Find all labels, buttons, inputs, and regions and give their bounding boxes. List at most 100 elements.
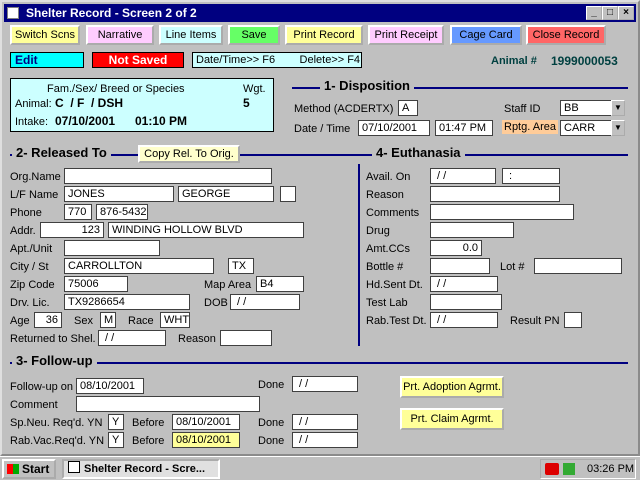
done-field-1[interactable]: / / xyxy=(292,376,358,392)
bottle-field[interactable] xyxy=(430,258,490,274)
print-receipt-button[interactable]: Print Receipt xyxy=(368,25,444,45)
line-items-button[interactable]: Line Items xyxy=(159,25,223,45)
race-field[interactable]: WHT xyxy=(160,312,190,328)
method-field[interactable]: A xyxy=(398,100,418,116)
done-field-2[interactable]: / / xyxy=(292,414,358,430)
done-label-1: Done xyxy=(258,379,285,391)
tray-antivirus-icon[interactable] xyxy=(545,463,559,475)
animal-summary-box: Fam./Sex/ Breed or Species Wgt. Animal: … xyxy=(10,78,274,132)
drug-label: Drug xyxy=(366,225,390,237)
mode-indicator: Edit xyxy=(10,52,84,68)
sex-field[interactable]: M xyxy=(100,312,116,328)
comment-label: Comment xyxy=(10,399,58,411)
weight-value: 5 xyxy=(243,96,250,110)
taskbar-shelter-record[interactable]: Shelter Record - Scre... xyxy=(62,459,220,479)
avail-on-label: Avail. On xyxy=(366,171,411,183)
rabies-test-field[interactable]: / / xyxy=(430,312,498,328)
followup-rule xyxy=(10,362,628,364)
rabies-vac-field[interactable]: Y xyxy=(108,432,124,448)
done-label-3: Done xyxy=(258,435,285,447)
comments-label: Comments xyxy=(366,207,420,219)
area-code-field[interactable]: 770 xyxy=(64,204,92,220)
drug-field[interactable] xyxy=(430,222,514,238)
rabies-test-label: Rab.Test Dt. xyxy=(366,315,427,327)
address-street-field[interactable]: WINDING HOLLOW BLVD xyxy=(108,222,304,238)
minimize-icon[interactable]: _ xyxy=(586,6,602,20)
head-sent-label: Hd.Sent Dt. xyxy=(366,279,423,291)
apt-label: Apt./Unit xyxy=(10,243,53,255)
intake-time: 01:10 PM xyxy=(135,114,188,128)
returned-date-field[interactable]: / / xyxy=(98,330,166,346)
test-lab-field[interactable] xyxy=(430,294,502,310)
animal-number-label: Animal # xyxy=(491,55,537,67)
apt-field[interactable] xyxy=(64,240,160,256)
age-field[interactable]: 36 xyxy=(34,312,62,328)
address-number-field[interactable]: 123 xyxy=(40,222,104,238)
start-button[interactable]: Start xyxy=(2,459,56,479)
narrative-button[interactable]: Narrative xyxy=(86,25,154,45)
euth-reason-field[interactable] xyxy=(430,186,560,202)
disposition-date-field[interactable]: 07/10/2001 xyxy=(358,120,430,136)
tray-network-icon[interactable] xyxy=(563,463,575,475)
print-adoption-agreement-button[interactable]: Prt. Adoption Agrmt. xyxy=(400,376,504,398)
followup-on-field[interactable]: 08/10/2001 xyxy=(76,378,144,394)
map-area-field[interactable]: B4 xyxy=(256,276,304,292)
method-label: Method (ACDERTX) xyxy=(294,103,394,115)
state-field[interactable]: TX xyxy=(228,258,254,274)
fsb-label: Fam./Sex/ Breed or Species xyxy=(47,83,185,95)
phone-label: Phone xyxy=(10,207,42,219)
lot-label: Lot # xyxy=(500,261,525,273)
spay-neuter-before-field[interactable]: 08/10/2001 xyxy=(172,414,240,430)
animal-number: 1999000053 xyxy=(551,54,618,68)
middle-initial-field[interactable] xyxy=(280,186,296,202)
switch-screens-button[interactable]: Switch Scns xyxy=(10,25,80,45)
lot-field[interactable] xyxy=(534,258,622,274)
staff-id-select[interactable]: BB xyxy=(560,100,612,116)
print-record-button[interactable]: Print Record xyxy=(285,25,363,45)
disposition-time-field[interactable]: 01:47 PM xyxy=(435,120,493,136)
zip-field[interactable]: 75006 xyxy=(64,276,128,292)
close-record-button[interactable]: Close Record xyxy=(526,25,606,45)
head-sent-field[interactable]: / / xyxy=(430,276,498,292)
save-button[interactable]: Save xyxy=(228,25,280,45)
avail-time-field[interactable]: : xyxy=(502,168,560,184)
taskbar: Start Shelter Record - Scre... 03:26 PM xyxy=(0,456,640,480)
result-pn-label: Result PN xyxy=(510,315,560,327)
area-dropdown-icon[interactable]: ▼ xyxy=(611,120,625,136)
rabies-vac-before-field[interactable]: 08/10/2001 xyxy=(172,432,240,448)
spay-neuter-field[interactable]: Y xyxy=(108,414,124,430)
avail-date-field[interactable]: / / xyxy=(430,168,496,184)
phone-field[interactable]: 876-5432 xyxy=(96,204,148,220)
task-app-icon xyxy=(68,461,80,473)
cage-card-button[interactable]: Cage Card xyxy=(450,25,522,45)
followup-on-label: Follow-up on xyxy=(10,381,73,393)
drivers-license-field[interactable]: TX9286654 xyxy=(64,294,190,310)
first-name-field[interactable]: GEORGE xyxy=(178,186,274,202)
shelter-record-window: Shelter Record - Screen 2 of 2 _ □ × Swi… xyxy=(0,0,640,456)
result-pn-field[interactable] xyxy=(564,312,582,328)
app-icon xyxy=(7,7,19,19)
title-bar[interactable]: Shelter Record - Screen 2 of 2 _ □ × xyxy=(4,4,636,22)
maximize-icon[interactable]: □ xyxy=(602,6,618,20)
last-name-field[interactable]: JONES xyxy=(64,186,174,202)
staff-dropdown-icon[interactable]: ▼ xyxy=(611,100,625,116)
copy-rel-to-orig-button[interactable]: Copy Rel. To Orig. xyxy=(138,145,240,163)
org-name-field[interactable] xyxy=(64,168,272,184)
amt-ccs-field[interactable]: 0.0 xyxy=(430,240,482,256)
rabies-vac-label: Rab.Vac.Req'd. YN xyxy=(10,435,105,447)
reporting-area-select[interactable]: CARR xyxy=(560,120,612,136)
return-reason-field[interactable] xyxy=(220,330,272,346)
print-claim-agreement-button[interactable]: Prt. Claim Agrmt. xyxy=(400,408,504,430)
intake-date: 07/10/2001 xyxy=(55,114,116,128)
task-label: Shelter Record - Scre... xyxy=(84,463,206,475)
amt-ccs-label: Amt.CCs xyxy=(366,243,410,255)
close-icon[interactable]: × xyxy=(618,6,634,20)
city-field[interactable]: CARROLLTON xyxy=(64,258,214,274)
done-label-2: Done xyxy=(258,417,285,429)
followup-comment-field[interactable] xyxy=(76,396,260,412)
datetime-label: Date / Time xyxy=(294,123,351,135)
comments-field[interactable] xyxy=(430,204,574,220)
dob-field[interactable]: / / xyxy=(230,294,300,310)
done-field-3[interactable]: / / xyxy=(292,432,358,448)
weight-label: Wgt. xyxy=(243,83,266,95)
